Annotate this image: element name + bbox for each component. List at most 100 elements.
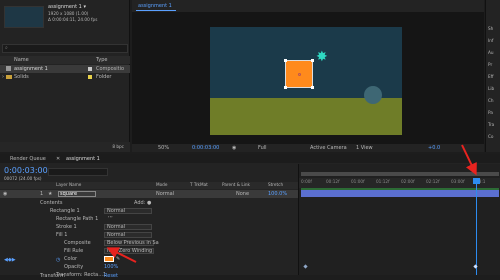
col-stretch[interactable]: Stretch bbox=[268, 182, 283, 187]
orange-square-layer[interactable] bbox=[284, 59, 314, 89]
layer-stretch[interactable]: 100.0% bbox=[268, 191, 287, 197]
folder-icon bbox=[6, 75, 12, 79]
shape-layer-star-icon: ★ bbox=[48, 191, 53, 197]
views-select[interactable]: 1 View bbox=[356, 145, 373, 151]
right-panel-item[interactable]: Tra bbox=[488, 122, 494, 127]
blend-mode-select[interactable]: Normal bbox=[104, 224, 152, 230]
ruler-tick-label: 03:00f bbox=[451, 179, 465, 184]
row-label: Color bbox=[64, 256, 78, 262]
tab-assignment-1[interactable]: assignment 1 bbox=[138, 3, 172, 9]
col-type[interactable]: Type bbox=[96, 57, 107, 63]
project-column-header: Name Type bbox=[0, 56, 130, 64]
row-opacity[interactable]: Opacity 100% bbox=[0, 263, 298, 271]
comp-duration: Δ 0:00:04:11, 24.00 fps bbox=[48, 17, 98, 22]
row-fill-1[interactable]: Fill 1 Normal bbox=[0, 231, 298, 239]
row-color[interactable]: ◀◆▶ ◷ Color ✎ bbox=[0, 255, 298, 263]
current-time-display[interactable]: 0:00:03:00 bbox=[4, 166, 48, 175]
row-rectangle-1[interactable]: Rectangle 1 Normal bbox=[0, 207, 298, 215]
right-panel-item[interactable]: Ch bbox=[488, 98, 494, 103]
right-panel-item[interactable]: Lib bbox=[488, 86, 494, 91]
row-fill-rule[interactable]: Fill Rule Non-Zero Winding bbox=[0, 247, 298, 255]
comp-info: 1920 x 1080 (1.00) bbox=[48, 11, 89, 16]
path-direction[interactable]: ‘‘‘ bbox=[108, 215, 113, 223]
row-label: Rectangle Path 1 bbox=[56, 216, 99, 222]
row-label: Opacity bbox=[64, 264, 84, 270]
ruler-tick-label: 00:12f bbox=[326, 179, 340, 184]
timeline-graph[interactable]: 0:00f 00:12f 01:00f 01:12f 02:00f 02:12f 03:00… bbox=[298, 164, 500, 275]
star-shape-icon: ✸ bbox=[316, 49, 328, 65]
layer-name[interactable]: square bbox=[58, 191, 96, 197]
layer-parent-select[interactable]: None bbox=[236, 191, 249, 197]
ruler-tick-label: 02:00f bbox=[401, 179, 415, 184]
right-panel-item[interactable]: Au bbox=[488, 50, 494, 55]
layer-duration-bar[interactable] bbox=[301, 190, 499, 197]
right-panel-item[interactable]: Eff bbox=[488, 74, 494, 79]
tab-render-queue[interactable]: Render Queue bbox=[10, 156, 46, 162]
ruler-tick-label: 0:00f bbox=[301, 179, 312, 184]
keyframe-start[interactable] bbox=[303, 264, 308, 269]
viewer-time[interactable]: 0:00:03:00 bbox=[192, 145, 219, 151]
col-name[interactable]: Name bbox=[14, 57, 29, 63]
comp-thumbnail bbox=[4, 6, 44, 28]
composition-viewer: assignment 1 ✸ 50% 0:00:03:00 ◉ Full Act… bbox=[132, 0, 484, 152]
playhead-line[interactable] bbox=[476, 178, 477, 275]
right-panel-item[interactable]: Pr bbox=[488, 62, 492, 67]
tab-assignment-1[interactable]: assignment 1 bbox=[66, 156, 100, 162]
visibility-eye-icon[interactable]: ◉ bbox=[3, 191, 7, 197]
timeline-search-input[interactable] bbox=[48, 168, 108, 176]
playhead-handle[interactable] bbox=[473, 178, 480, 184]
close-icon[interactable]: ✕ bbox=[56, 156, 60, 162]
item-name: Solids bbox=[14, 74, 29, 80]
quality-select[interactable]: Full bbox=[258, 145, 267, 151]
row-label: Composite bbox=[64, 240, 91, 246]
col-trkmat[interactable]: T TrkMat bbox=[190, 182, 208, 187]
timeline-panel: Render Queue ✕ assignment 1 0:00:03:00 0… bbox=[0, 154, 500, 279]
zoom-level[interactable]: 50% bbox=[158, 145, 169, 151]
reset-link[interactable]: Reset bbox=[104, 272, 118, 280]
right-panel-item[interactable]: Co bbox=[488, 134, 494, 139]
fill-rule-select[interactable]: Non-Zero Winding bbox=[104, 248, 154, 254]
row-stroke-1[interactable]: Stroke 1 Normal bbox=[0, 223, 298, 231]
bpc-indicator[interactable]: 8 bpc bbox=[112, 144, 124, 149]
project-item-solids[interactable]: › Solids Folder bbox=[0, 73, 130, 81]
active-tab-underline bbox=[136, 10, 176, 11]
exposure-value[interactable]: +0.0 bbox=[428, 145, 440, 151]
right-panel-item[interactable]: Inf bbox=[488, 38, 493, 43]
row-contents[interactable]: Contents Add: ● bbox=[0, 199, 298, 207]
project-footer: 8 bpc bbox=[0, 142, 130, 152]
work-area-bar[interactable] bbox=[301, 172, 499, 176]
camera-icon[interactable]: ◉ bbox=[232, 145, 236, 151]
right-panel-item[interactable]: Pa bbox=[488, 110, 493, 115]
project-panel: assignment 1 ▾ 1920 x 1080 (1.00) Δ 0:00… bbox=[0, 0, 130, 152]
opacity-value[interactable]: 100% bbox=[104, 263, 118, 271]
blend-mode-select[interactable]: Normal bbox=[104, 232, 152, 238]
row-composite[interactable]: Composite Below Previous in Sa bbox=[0, 239, 298, 247]
green-marker-strip bbox=[301, 188, 499, 190]
col-parent[interactable]: Parent & Link bbox=[222, 182, 250, 187]
eyedropper-icon[interactable]: ✎ bbox=[116, 255, 120, 263]
ruler-tick-label: 01:12f bbox=[376, 179, 390, 184]
color-swatch[interactable] bbox=[104, 256, 114, 262]
comp-name[interactable]: assignment 1 ▾ bbox=[48, 4, 86, 10]
project-search-input[interactable]: ⌕ bbox=[2, 44, 128, 53]
col-mode[interactable]: Mode bbox=[156, 182, 167, 187]
comp-canvas[interactable]: ✸ bbox=[210, 27, 402, 135]
time-ruler[interactable]: 0:00f 00:12f 01:00f 01:12f 02:00f 02:12f 03:00… bbox=[299, 178, 500, 188]
right-panel-item[interactable]: Sh bbox=[488, 26, 493, 31]
composition-icon bbox=[6, 66, 11, 71]
row-label: Rectangle 1 bbox=[50, 208, 80, 214]
timeline-tab-bar: Render Queue ✕ assignment 1 bbox=[0, 154, 500, 163]
composite-select[interactable]: Below Previous in Sa bbox=[104, 240, 159, 246]
col-layer-name[interactable]: Layer Name bbox=[56, 182, 81, 187]
layer-row-square[interactable]: ◉ 1 ★ square Normal None 100.0% bbox=[0, 190, 298, 198]
layer-index: 1 bbox=[40, 191, 44, 197]
label-color-icon bbox=[88, 75, 92, 79]
project-item-comp[interactable]: assignment 1 Compositio bbox=[0, 65, 130, 73]
item-name: assignment 1 bbox=[14, 66, 48, 72]
row-label: Fill 1 bbox=[56, 232, 68, 238]
row-rectangle-path-1[interactable]: Rectangle Path 1 ‘‘‘ bbox=[0, 215, 298, 223]
add-button[interactable]: Add: ● bbox=[134, 199, 151, 207]
layer-mode-select[interactable]: Normal bbox=[156, 191, 174, 197]
camera-select[interactable]: Active Camera bbox=[310, 145, 347, 151]
blend-mode-select[interactable]: Normal bbox=[104, 208, 152, 214]
